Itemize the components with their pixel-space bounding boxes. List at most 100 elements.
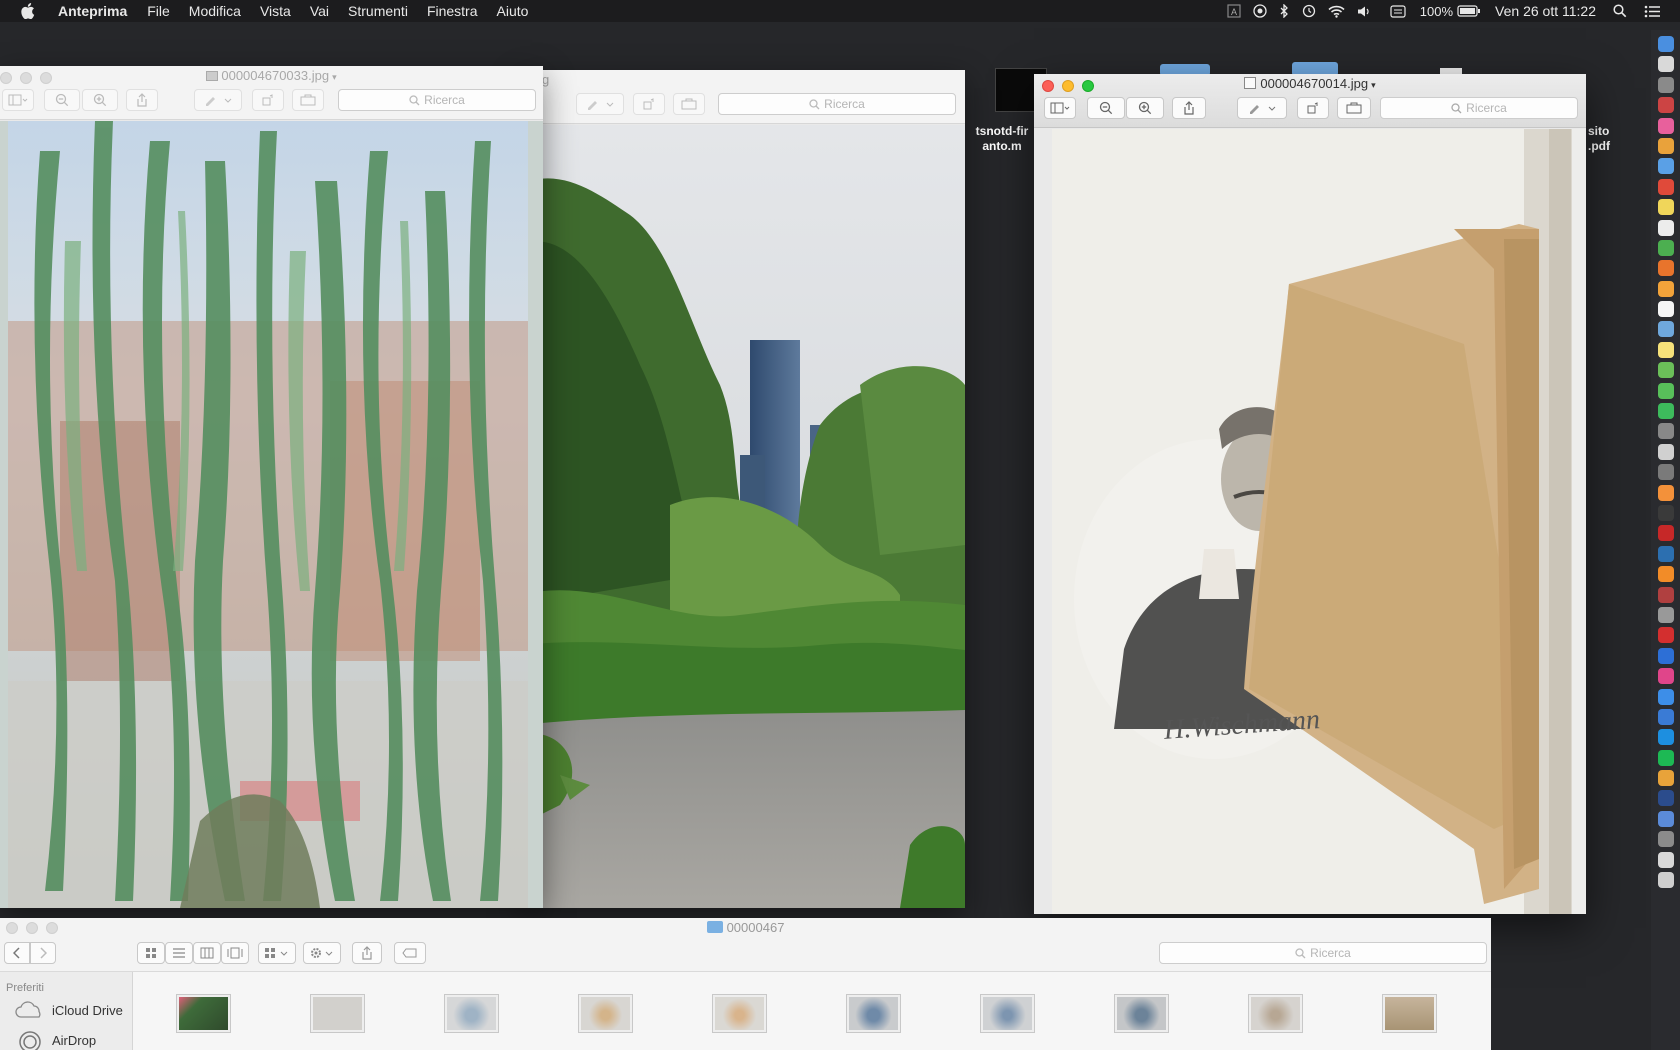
menu-file[interactable]: File <box>147 3 170 19</box>
share-button[interactable] <box>352 942 382 964</box>
sidebar-item-icloud-drive[interactable]: iCloud Drive <box>14 1000 123 1020</box>
file-thumbnail[interactable] <box>578 994 633 1033</box>
menu-strumenti[interactable]: Strumenti <box>348 3 408 19</box>
menu-app-name[interactable]: Anteprima <box>58 3 127 19</box>
title-chevron-icon[interactable]: ▾ <box>1371 80 1376 90</box>
maps-icon[interactable] <box>1657 362 1674 379</box>
toolbox-button[interactable] <box>292 89 324 111</box>
spotlight-icon[interactable] <box>1613 4 1627 18</box>
network-icon[interactable] <box>1657 810 1674 827</box>
icon-view-button[interactable] <box>137 942 165 964</box>
volume-icon[interactable] <box>1357 5 1372 18</box>
safari-icon[interactable] <box>1657 56 1674 73</box>
zoom-out-button[interactable] <box>44 89 80 111</box>
system-icon[interactable] <box>1657 97 1674 114</box>
toolbox-button[interactable] <box>673 93 705 115</box>
zoom-out-button[interactable] <box>1087 97 1125 119</box>
imovie-icon[interactable] <box>1657 464 1674 481</box>
gallery-view-button[interactable] <box>221 942 249 964</box>
clock[interactable]: Ven 26 ott 11:22 <box>1495 3 1596 19</box>
tags-button[interactable] <box>394 942 426 964</box>
text-input-icon[interactable]: A <box>1227 4 1241 18</box>
share-button[interactable] <box>126 89 158 111</box>
vlc-icon[interactable] <box>1657 566 1674 583</box>
rotate-button[interactable] <box>633 93 665 115</box>
tools-icon[interactable] <box>1657 831 1674 848</box>
launchpad-icon[interactable] <box>1657 76 1674 93</box>
rotate-button[interactable] <box>1297 97 1329 119</box>
title-chevron-icon[interactable]: ▾ <box>332 72 337 82</box>
preview-window-cactus[interactable]: 000004670033.jpg ▾ Ricerca <box>0 66 543 908</box>
menu-finestra[interactable]: Finestra <box>427 3 478 19</box>
sidebar-toggle-button[interactable] <box>2 89 34 111</box>
list-view-button[interactable] <box>165 942 193 964</box>
filezilla-icon[interactable] <box>1657 525 1674 542</box>
markup-button[interactable] <box>576 93 624 115</box>
vpn-icon[interactable] <box>1253 4 1267 18</box>
markup-button[interactable] <box>1237 97 1287 119</box>
file-thumbnail[interactable] <box>1382 994 1437 1033</box>
iphoto-icon[interactable] <box>1657 443 1674 460</box>
pages-icon[interactable] <box>1657 280 1674 297</box>
acrobat-icon[interactable] <box>1657 627 1674 644</box>
messages-icon[interactable] <box>1657 382 1674 399</box>
search-field[interactable]: Ricerca <box>338 89 536 111</box>
markup-button[interactable] <box>194 89 242 111</box>
menu-aiuto[interactable]: Aiuto <box>497 3 529 19</box>
sidebar-item-airdrop[interactable]: AirDrop <box>14 1028 96 1050</box>
bbedit-icon[interactable] <box>1657 790 1674 807</box>
file-thumbnail[interactable] <box>846 994 901 1033</box>
file-thumbnail[interactable] <box>980 994 1035 1033</box>
facetime-icon[interactable] <box>1657 403 1674 420</box>
menu-vista[interactable]: Vista <box>260 3 291 19</box>
finder-titlebar[interactable]: 00000467 Ricerca <box>0 918 1491 972</box>
garageband-icon[interactable] <box>1657 484 1674 501</box>
mail-icon[interactable] <box>1657 158 1674 175</box>
window-titlebar[interactable]: 000004670014.jpg ▾ Ricerca <box>1034 74 1586 128</box>
window-titlebar[interactable]: g Ricerca <box>520 70 965 124</box>
trash-icon[interactable] <box>1657 872 1674 889</box>
photobooth-icon[interactable] <box>1657 586 1674 603</box>
window-titlebar[interactable]: 000004670033.jpg ▾ Ricerca <box>0 66 543 120</box>
battery-percent[interactable]: 100% <box>1420 4 1453 19</box>
menu-modifica[interactable]: Modifica <box>189 3 241 19</box>
firefox-icon[interactable] <box>1657 260 1674 277</box>
input-source-icon[interactable] <box>1390 4 1406 18</box>
xcode-icon[interactable] <box>1657 708 1674 725</box>
toolbox-button[interactable] <box>1337 97 1371 119</box>
share-button[interactable] <box>1172 97 1206 119</box>
calendar-icon[interactable] <box>1657 178 1674 195</box>
zoom-in-button[interactable] <box>1126 97 1164 119</box>
reminders-icon[interactable] <box>1657 219 1674 236</box>
forward-button[interactable] <box>30 942 56 964</box>
textedit-icon[interactable] <box>1657 301 1674 318</box>
action-gear-button[interactable] <box>303 942 341 964</box>
zoom-in-button[interactable] <box>82 89 118 111</box>
battery-icon[interactable] <box>1457 5 1481 17</box>
photos-icon[interactable] <box>1657 137 1674 154</box>
file-thumbnail[interactable] <box>310 994 365 1033</box>
finder-icon[interactable] <box>1657 36 1674 52</box>
finalcut-icon[interactable] <box>1657 504 1674 521</box>
help-icon[interactable] <box>1657 851 1674 868</box>
chrome-icon[interactable] <box>1657 239 1674 256</box>
camera-icon[interactable] <box>1657 423 1674 440</box>
menu-vai[interactable]: Vai <box>310 3 329 19</box>
rotate-button[interactable] <box>252 89 284 111</box>
group-button[interactable] <box>258 942 296 964</box>
bluetooth-icon[interactable] <box>1279 4 1289 18</box>
apple-menu-icon[interactable] <box>20 3 36 19</box>
indesign-icon[interactable] <box>1657 668 1674 685</box>
wordpress-icon[interactable] <box>1657 545 1674 562</box>
back-button[interactable] <box>4 942 30 964</box>
books-icon[interactable] <box>1657 770 1674 787</box>
file-thumbnail[interactable] <box>1248 994 1303 1033</box>
search-field[interactable]: Ricerca <box>718 93 956 115</box>
search-field[interactable]: Ricerca <box>1380 97 1578 119</box>
preview-icon[interactable] <box>1657 321 1674 338</box>
file-thumbnail[interactable] <box>712 994 767 1033</box>
notification-center-icon[interactable] <box>1644 5 1660 18</box>
file-thumbnail[interactable] <box>1114 994 1169 1033</box>
desktop-file-label[interactable]: tsnotd-fir anto.m <box>975 124 1029 154</box>
photoshop-icon[interactable] <box>1657 647 1674 664</box>
